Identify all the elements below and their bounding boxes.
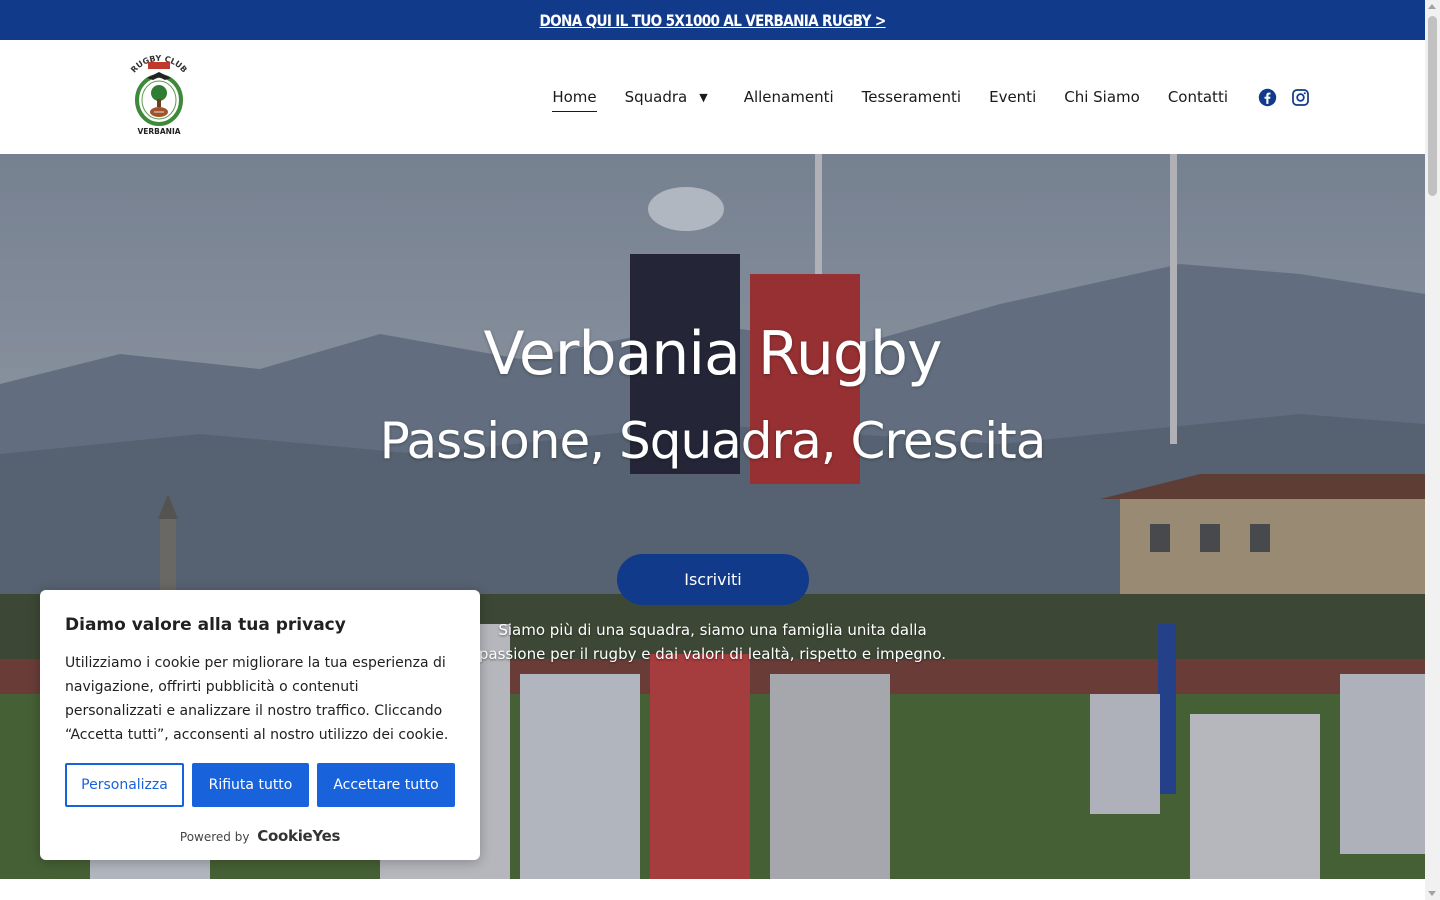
club-logo[interactable]: RUGBY CLUB VERBANIA	[114, 50, 204, 140]
scroll-down-arrow-icon[interactable]	[1428, 891, 1436, 896]
cookieyes-logo[interactable]: CookieYes	[257, 827, 340, 845]
social-links	[1258, 88, 1310, 107]
accept-all-button[interactable]: Accettare tutto	[317, 763, 455, 807]
scroll-up-arrow-icon[interactable]	[1428, 4, 1436, 9]
reject-all-button[interactable]: Rifiuta tutto	[192, 763, 309, 807]
caret-down-icon: ▼	[699, 90, 708, 104]
hero-description: Siamo più di una squadra, siamo una fami…	[478, 621, 947, 663]
instagram-icon[interactable]	[1291, 88, 1310, 107]
cookie-consent-banner: Diamo valore alla tua privacy Utilizziam…	[40, 590, 480, 860]
powered-by-label: Powered by	[179, 830, 250, 844]
nav-contatti[interactable]: Contatti	[1168, 88, 1228, 106]
site-header: RUGBY CLUB VERBANIA Home Squadra ▼ Allena…	[0, 40, 1425, 154]
nav-squadra-label: Squadra	[624, 88, 688, 106]
nav-allenamenti-label: Allenamenti	[743, 88, 834, 106]
powered-by: Powered by CookieYes	[40, 827, 480, 845]
customize-button[interactable]: Personalizza	[65, 763, 184, 807]
cookie-text: Utilizziamo i cookie per migliorare la t…	[65, 655, 449, 743]
cookie-title: Diamo valore alla tua privacy	[65, 615, 346, 635]
nav-tesseramenti-label: Tesseramenti	[861, 88, 962, 106]
donation-banner: DONA QUI IL TUO 5X1000 AL VERBANIA RUGBY…	[0, 0, 1425, 40]
nav-chi-siamo[interactable]: Chi Siamo	[1064, 88, 1140, 106]
nav-eventi-label: Eventi	[989, 88, 1037, 106]
nav-contatti-label: Contatti	[1167, 88, 1228, 106]
svg-text:VERBANIA: VERBANIA	[137, 127, 180, 136]
nav-chi-siamo-label: Chi Siamo	[1064, 88, 1140, 106]
nav-tesseramenti[interactable]: Tesseramenti	[862, 88, 961, 106]
donation-link[interactable]: DONA QUI IL TUO 5X1000 AL VERBANIA RUGBY…	[539, 11, 886, 30]
hero-title: Verbania Rugby	[483, 319, 942, 389]
nav-allenamenti[interactable]: Allenamenti	[744, 88, 834, 106]
iscriviti-button[interactable]: Iscriviti	[617, 554, 809, 605]
nav-home-label: Home	[552, 88, 597, 106]
page-scrollbar[interactable]	[1425, 0, 1440, 900]
facebook-icon[interactable]	[1258, 88, 1277, 107]
cookie-buttons: Personalizza Rifiuta tutto Accettare tut…	[65, 763, 455, 807]
hero-subtitle: Passione, Squadra, Crescita	[379, 412, 1047, 470]
nav-squadra[interactable]: Squadra ▼	[625, 88, 716, 106]
nav-eventi[interactable]: Eventi	[989, 88, 1036, 106]
nav-home[interactable]: Home	[552, 88, 597, 112]
main-nav: Home Squadra ▼ Allenamenti Tesseramenti E…	[552, 40, 1310, 154]
scroll-thumb[interactable]	[1428, 16, 1437, 196]
